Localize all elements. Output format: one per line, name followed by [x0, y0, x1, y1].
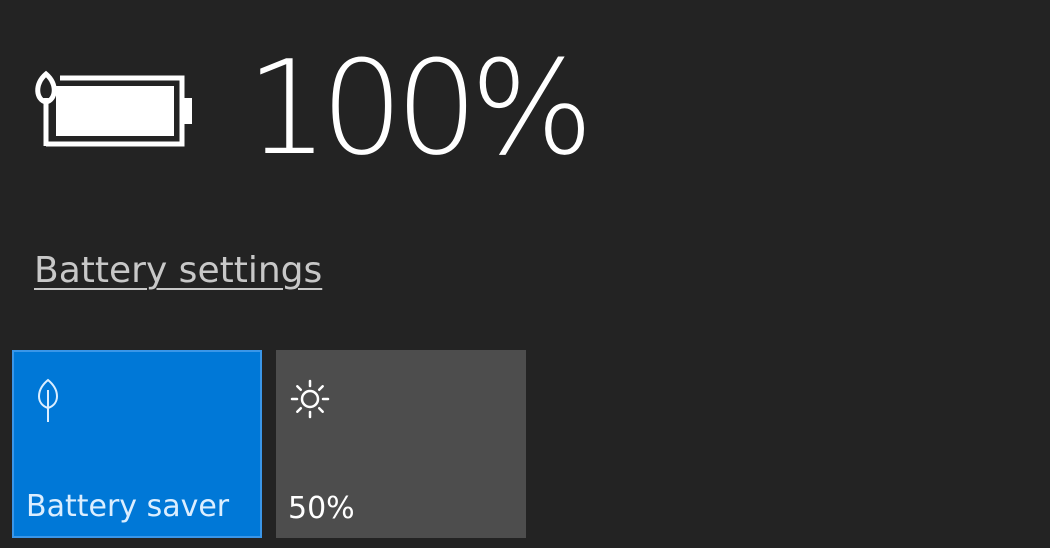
- brightness-sun-icon: [290, 379, 330, 419]
- battery-saver-label: Battery saver: [26, 489, 230, 524]
- brightness-level-label: 50%: [288, 491, 355, 526]
- battery-icon: [35, 70, 192, 147]
- battery-saver-tile[interactable]: Battery saver: [12, 350, 262, 538]
- battery-settings-link[interactable]: Battery settings: [34, 250, 322, 291]
- brightness-tile[interactable]: 50%: [276, 350, 526, 538]
- battery-percentage: 100%: [246, 32, 594, 184]
- leaf-icon: [38, 378, 58, 422]
- battery-flyout: 100% Battery settings Battery saver 50%: [0, 0, 1050, 548]
